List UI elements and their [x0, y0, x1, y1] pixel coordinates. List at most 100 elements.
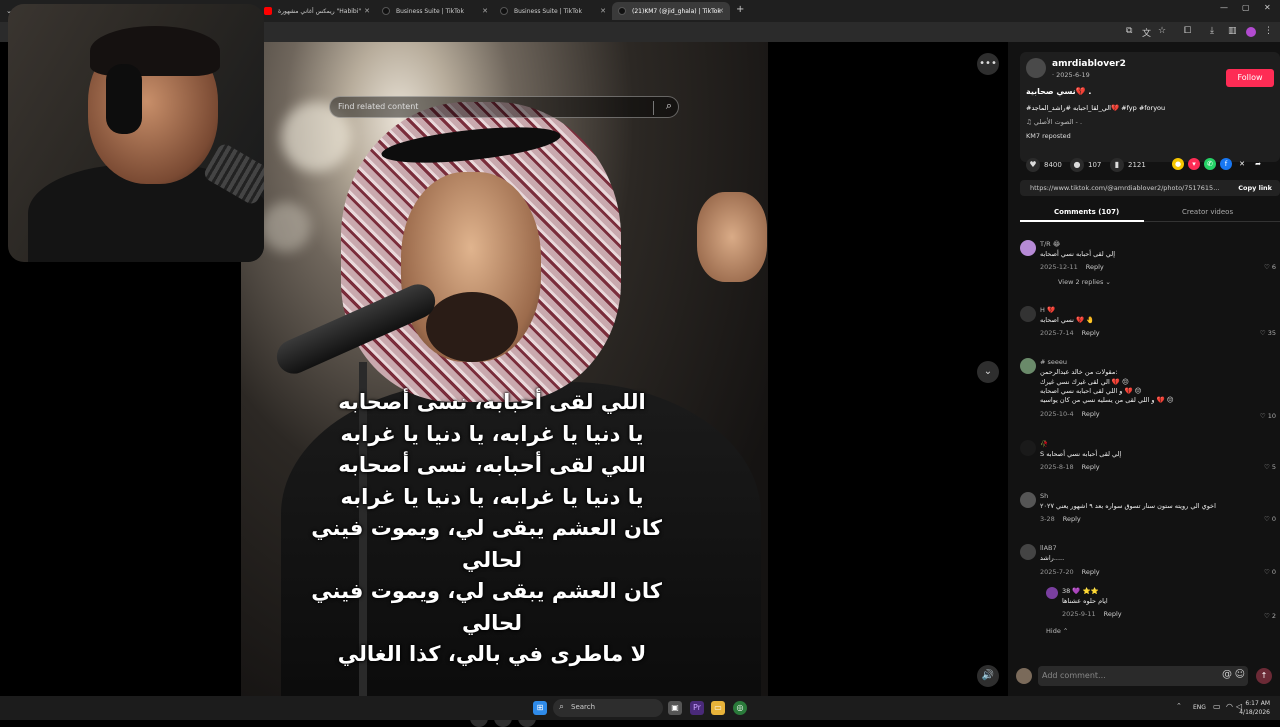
- speaker-icon[interactable]: 🔊: [977, 665, 999, 687]
- like-stat[interactable]: ♥ 8400: [1026, 158, 1062, 172]
- chevron-down-icon[interactable]: ⌄: [977, 361, 999, 383]
- close-icon[interactable]: ✕: [364, 7, 370, 15]
- heart-icon[interactable]: ♥: [1026, 158, 1040, 172]
- tab-youtube[interactable]: ريمكس أغاني مشهورة "Habibi" ✕: [258, 2, 376, 20]
- post-sound[interactable]: ♫ الصوت الأصلي - .: [1026, 118, 1082, 126]
- reply-button[interactable]: Reply: [1082, 568, 1100, 576]
- comment-likes[interactable]: ♡ 0: [1264, 568, 1276, 576]
- reply-button[interactable]: Reply: [1082, 329, 1100, 337]
- maximize-icon[interactable]: ▢: [1242, 3, 1250, 12]
- comment-likes[interactable]: ♡ 5: [1264, 463, 1276, 471]
- tab-business-suite-1[interactable]: Business Suite | TikTok ✕: [376, 2, 494, 20]
- avatar[interactable]: [1020, 306, 1036, 322]
- minimize-icon[interactable]: —: [1220, 3, 1228, 12]
- hide-replies-button[interactable]: Hide ⌃: [1046, 627, 1068, 635]
- author-avatar[interactable]: [1026, 58, 1046, 78]
- display-icon[interactable]: ▭: [1213, 702, 1221, 711]
- comment-likes[interactable]: ♡ 0: [1264, 515, 1276, 523]
- file-explorer-icon[interactable]: ▭: [711, 701, 725, 715]
- comment-author[interactable]: llAB7: [1040, 544, 1057, 552]
- avatar[interactable]: [1020, 358, 1036, 374]
- new-tab-button[interactable]: +: [736, 4, 744, 15]
- search-icon[interactable]: ⌕: [666, 99, 672, 113]
- emoji-icon[interactable]: ☺: [1235, 669, 1245, 680]
- related-search-bar[interactable]: Find related content ⌕: [329, 96, 679, 118]
- sidebar-icon[interactable]: ▥: [1228, 26, 1237, 36]
- repost-icon[interactable]: ▾: [1188, 158, 1200, 170]
- chrome-icon[interactable]: ◎: [733, 701, 747, 715]
- beard: [426, 292, 518, 362]
- comment-placeholder[interactable]: Add comment...: [1042, 671, 1106, 680]
- close-icon[interactable]: ✕: [600, 7, 606, 15]
- windows-start-icon[interactable]: ⊞: [533, 701, 547, 715]
- avatar[interactable]: [1046, 587, 1058, 599]
- install-icon[interactable]: ⧉: [1126, 26, 1132, 36]
- reply-button[interactable]: Reply: [1082, 463, 1100, 471]
- tab-creator-videos[interactable]: Creator videos: [1182, 208, 1233, 216]
- download-icon[interactable]: ⤓: [1210, 26, 1214, 36]
- comment-author[interactable]: T/R 😂: [1040, 240, 1060, 248]
- reply-button[interactable]: Reply: [1063, 515, 1081, 523]
- close-icon[interactable]: ✕: [482, 7, 488, 15]
- comment-author[interactable]: # seeeu: [1040, 358, 1067, 366]
- taskbar-search[interactable]: ⌕ Search: [553, 699, 663, 717]
- comment-author[interactable]: 🥀: [1040, 440, 1048, 448]
- send-icon[interactable]: ↑: [1256, 668, 1272, 684]
- avatar[interactable]: [1020, 440, 1036, 456]
- menu-dots-icon[interactable]: ⋮: [1264, 26, 1273, 36]
- language-indicator[interactable]: ENG: [1193, 704, 1206, 711]
- save-stat[interactable]: ▮ 2121: [1110, 158, 1146, 172]
- comment-text-line: و اللي لقى احبابه نسي اصحابه 💔 😔: [1040, 387, 1142, 395]
- comment-likes[interactable]: ♡ 6: [1264, 263, 1276, 271]
- comment-likes[interactable]: ♡ 10: [1260, 412, 1276, 420]
- reply-button[interactable]: Reply: [1104, 610, 1122, 618]
- copy-link-button[interactable]: Copy link: [1238, 184, 1272, 192]
- facebook-icon[interactable]: f: [1220, 158, 1232, 170]
- author-username[interactable]: amrdiablover2: [1052, 59, 1126, 69]
- close-icon[interactable]: ✕: [718, 7, 724, 15]
- post-hashtags[interactable]: #الي_لقا_احبابه #راشد_الماجد💔 #fyp #fory…: [1026, 104, 1165, 112]
- avatar[interactable]: [1020, 544, 1036, 560]
- webcam-overlay: [8, 4, 264, 262]
- reply-button[interactable]: Reply: [1082, 410, 1100, 418]
- comment-date: 2025-12-11: [1040, 263, 1078, 271]
- x-icon[interactable]: ✕: [1236, 158, 1248, 170]
- tab-comments[interactable]: Comments (107): [1054, 208, 1119, 216]
- tab-business-suite-2[interactable]: Business Suite | TikTok ✕: [494, 2, 612, 20]
- close-window-icon[interactable]: ✕: [1264, 3, 1271, 12]
- bookmark-icon[interactable]: ▮: [1110, 158, 1124, 172]
- comment-likes[interactable]: ♡ 2: [1264, 612, 1276, 620]
- translate-icon[interactable]: 文: [1142, 26, 1151, 39]
- view-replies-button[interactable]: View 2 replies ⌄: [1058, 278, 1111, 286]
- comment-input[interactable]: Add comment... @ ☺: [1038, 666, 1248, 686]
- avatar[interactable]: [1020, 240, 1036, 256]
- comment-author[interactable]: 38 💜 ⭐⭐: [1062, 587, 1099, 595]
- whatsapp-icon[interactable]: ✆: [1204, 158, 1216, 170]
- comment-stat[interactable]: ● 107: [1070, 158, 1101, 172]
- coin-icon[interactable]: ●: [1172, 158, 1184, 170]
- premiere-icon[interactable]: Pr: [690, 701, 704, 715]
- comment-text: اخوي الي رويته ستون سنار تسوق سواره بعد …: [1040, 502, 1216, 510]
- wifi-icon[interactable]: ◠: [1226, 702, 1233, 711]
- system-clock[interactable]: 6:17 AM 4/18/2026: [1239, 699, 1270, 717]
- comment-author[interactable]: Sh: [1040, 492, 1048, 500]
- lyric-line: لا ماطرى في بالي، كذا الغالي: [337, 642, 647, 666]
- comment-likes[interactable]: ♡ 35: [1260, 329, 1276, 337]
- star-icon[interactable]: ☆: [1158, 26, 1166, 36]
- taskbar-search-label[interactable]: Search: [571, 703, 595, 711]
- avatar[interactable]: [1020, 492, 1036, 508]
- reply-button[interactable]: Reply: [1086, 263, 1104, 271]
- tray-chevron-icon[interactable]: ⌃: [1176, 702, 1182, 710]
- profile-icon[interactable]: [1246, 27, 1256, 37]
- comment-date: 2025-7-20: [1040, 568, 1074, 576]
- comment-icon[interactable]: ●: [1070, 158, 1084, 172]
- search-input[interactable]: Find related content: [338, 102, 418, 111]
- follow-button[interactable]: Follow: [1226, 69, 1274, 87]
- mention-icon[interactable]: @: [1222, 669, 1232, 680]
- more-options-icon[interactable]: •••: [977, 53, 999, 75]
- share-arrow-icon[interactable]: ➦: [1252, 158, 1264, 170]
- extensions-icon[interactable]: ⧠: [1184, 26, 1191, 36]
- comment-author[interactable]: H 💔: [1040, 306, 1055, 314]
- task-view-icon[interactable]: ▣: [668, 701, 682, 715]
- tab-km7[interactable]: (21)KM7 (@jid_ghala) | TikTok ✕: [612, 2, 730, 20]
